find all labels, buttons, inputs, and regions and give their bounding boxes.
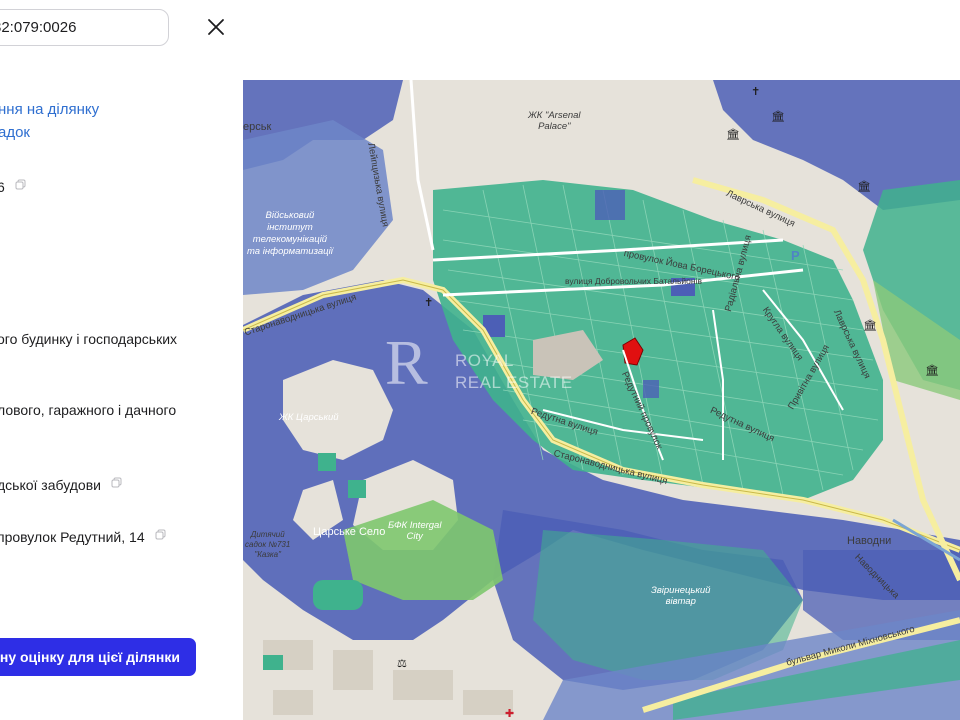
museum-icon[interactable]: 🏛 <box>771 111 785 123</box>
museum-icon[interactable]: 🏛 <box>857 181 871 193</box>
address-value: провулок Редутний, 14 <box>0 529 145 545</box>
copy-icon[interactable] <box>155 526 166 544</box>
cadastral-number-value: 6 <box>0 179 5 195</box>
address-row: провулок Редутний, 14 <box>0 526 166 546</box>
cadastral-number-row: 6 <box>0 176 26 196</box>
cadastral-search-input[interactable] <box>0 10 168 45</box>
museum-icon[interactable]: 🏛 <box>726 129 740 141</box>
museum-icon[interactable]: 🏛 <box>925 365 939 377</box>
purpose-line1: ого будинку і господарських <box>0 331 178 347</box>
copy-icon[interactable] <box>15 176 26 194</box>
app-root: ння на ділянку адок 6 ого будинку і госп… <box>0 0 960 720</box>
use-type-row: дської забудови <box>0 474 122 494</box>
estimate-button[interactable]: отну оцінку для цієї ділянки <box>0 638 196 676</box>
church-icon[interactable]: ✝ <box>424 297 433 309</box>
museum-icon[interactable]: 🏛 <box>863 320 877 332</box>
cadastral-map[interactable]: ✝ ✝ 🏛 🏛 🏛 🏛 🏛 ⚖ ✚ ерськ Військовий інсти… <box>243 80 960 720</box>
request-link-line2[interactable]: адок <box>0 124 30 142</box>
copy-icon[interactable] <box>111 474 122 492</box>
purpose-line2: лового, гаражного і дачного <box>0 402 177 418</box>
court-icon[interactable]: ⚖ <box>397 658 407 670</box>
use-type-value: дської забудови <box>0 477 101 493</box>
hospital-icon[interactable]: ✚ <box>505 708 514 720</box>
request-link-line1[interactable]: ння на ділянку <box>0 101 99 119</box>
close-icon <box>208 19 224 35</box>
map-canvas[interactable] <box>243 80 960 720</box>
church-icon[interactable]: ✝ <box>751 86 760 98</box>
close-button[interactable] <box>205 16 227 38</box>
search-box[interactable] <box>0 9 169 46</box>
